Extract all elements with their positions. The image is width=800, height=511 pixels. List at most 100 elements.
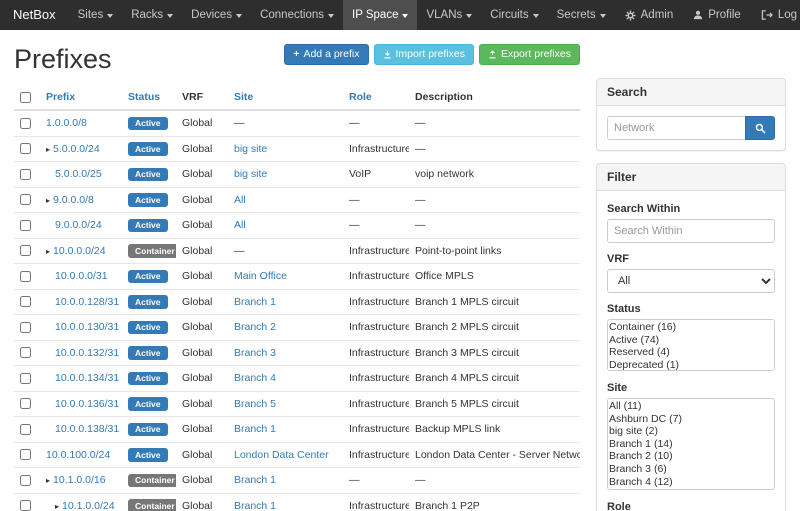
site-link[interactable]: Main Office bbox=[234, 270, 287, 282]
site-link[interactable]: Branch 1 bbox=[234, 474, 276, 486]
import-prefixes-button[interactable]: Import prefixes bbox=[374, 44, 474, 65]
column-header-site[interactable]: Site bbox=[234, 91, 253, 103]
site-link[interactable]: All bbox=[234, 194, 246, 206]
vrf-select[interactable]: All bbox=[607, 269, 775, 293]
row-checkbox[interactable] bbox=[20, 449, 31, 460]
site-cell: Branch 1 bbox=[228, 417, 343, 443]
prefix-link[interactable]: 10.1.0.0/24 bbox=[62, 500, 115, 511]
row-checkbox[interactable] bbox=[20, 271, 31, 282]
status-badge: Active bbox=[128, 346, 168, 360]
prefix-link[interactable]: 10.0.0.0/24 bbox=[53, 245, 106, 257]
row-checkbox[interactable] bbox=[20, 245, 31, 256]
site-link[interactable]: big site bbox=[234, 143, 267, 155]
status-badge: Active bbox=[128, 219, 168, 233]
row-checkbox[interactable] bbox=[20, 398, 31, 409]
site-link[interactable]: big site bbox=[234, 168, 267, 180]
status-filter-list[interactable]: Container (16)Active (74)Reserved (4)Dep… bbox=[607, 319, 775, 371]
prefix-link[interactable]: 10.0.0.136/31 bbox=[55, 398, 119, 410]
option[interactable]: Reserved (4) bbox=[609, 346, 773, 359]
site-link[interactable]: London Data Center bbox=[234, 449, 329, 461]
site-filter-list[interactable]: All (11)Ashburn DC (7)big site (2)Branch… bbox=[607, 398, 775, 490]
add-prefix-label: Add a prefix bbox=[303, 48, 359, 60]
vrf-value: Global bbox=[176, 366, 228, 392]
row-checkbox[interactable] bbox=[20, 220, 31, 231]
prefix-link[interactable]: 10.0.0.130/31 bbox=[55, 321, 119, 333]
nav-item-admin[interactable]: Admin bbox=[615, 0, 684, 30]
description-value: Branch 2 MPLS circuit bbox=[409, 315, 580, 341]
option[interactable]: Branch 3 (6) bbox=[609, 463, 773, 476]
prefix-link[interactable]: 10.0.100.0/24 bbox=[46, 449, 110, 461]
row-checkbox[interactable] bbox=[20, 169, 31, 180]
select-all-checkbox[interactable] bbox=[20, 92, 31, 103]
nav-item-log-out[interactable]: Log out bbox=[751, 0, 800, 30]
navbar-menu: Sites Racks Devices Connections IP Space… bbox=[69, 0, 615, 30]
site-link[interactable]: Branch 1 bbox=[234, 296, 276, 308]
option[interactable]: Branch 5 (7) bbox=[609, 488, 773, 490]
nav-item-secrets[interactable]: Secrets bbox=[548, 0, 615, 30]
table-row: 10.0.0.0/31 Active Global Main Office In… bbox=[14, 264, 580, 290]
row-checkbox[interactable] bbox=[20, 194, 31, 205]
nav-item-sites[interactable]: Sites bbox=[69, 0, 123, 30]
prefix-link[interactable]: 10.0.0.0/31 bbox=[55, 270, 108, 282]
nav-item-ip-space[interactable]: IP Space bbox=[343, 0, 417, 30]
add-prefix-button[interactable]: + Add a prefix bbox=[284, 44, 368, 65]
site-link[interactable]: Branch 4 bbox=[234, 372, 276, 384]
nav-item-connections[interactable]: Connections bbox=[251, 0, 343, 30]
nav-item-circuits[interactable]: Circuits bbox=[481, 0, 547, 30]
row-checkbox[interactable] bbox=[20, 373, 31, 384]
nav-item-vlans[interactable]: VLANs bbox=[417, 0, 481, 30]
column-header-role[interactable]: Role bbox=[349, 91, 372, 103]
row-checkbox[interactable] bbox=[20, 424, 31, 435]
site-link[interactable]: All bbox=[234, 219, 246, 231]
row-checkbox[interactable] bbox=[20, 347, 31, 358]
export-prefixes-button[interactable]: Export prefixes bbox=[479, 44, 580, 65]
option[interactable]: Branch 2 (10) bbox=[609, 450, 773, 463]
vrf-value: Global bbox=[176, 238, 228, 264]
prefix-link[interactable]: 10.0.0.138/31 bbox=[55, 423, 119, 435]
nav-item-label: Racks bbox=[131, 9, 163, 21]
brand[interactable]: NetBox bbox=[0, 0, 69, 30]
column-header-status[interactable]: Status bbox=[128, 91, 160, 103]
row-checkbox[interactable] bbox=[20, 296, 31, 307]
nav-item-devices[interactable]: Devices bbox=[182, 0, 251, 30]
site-link[interactable]: Branch 2 bbox=[234, 321, 276, 333]
site-link[interactable]: Branch 5 bbox=[234, 398, 276, 410]
prefix-link[interactable]: 9.0.0.0/8 bbox=[53, 194, 94, 206]
prefix-link[interactable]: 9.0.0.0/24 bbox=[55, 219, 102, 231]
status-badge: Active bbox=[128, 168, 168, 182]
option[interactable]: Branch 4 (12) bbox=[609, 476, 773, 489]
prefix-link[interactable]: 10.0.0.132/31 bbox=[55, 347, 119, 359]
expand-caret-icon: ▸ bbox=[46, 476, 50, 485]
option[interactable]: big site (2) bbox=[609, 425, 773, 438]
row-checkbox[interactable] bbox=[20, 500, 31, 511]
search-input[interactable] bbox=[607, 116, 746, 140]
option[interactable]: Ashburn DC (7) bbox=[609, 413, 773, 426]
table-row: 10.0.0.128/31 Active Global Branch 1 Inf… bbox=[14, 289, 580, 315]
option[interactable]: Branch 1 (14) bbox=[609, 438, 773, 451]
prefix-link[interactable]: 10.1.0.0/16 bbox=[53, 474, 106, 486]
row-checkbox[interactable] bbox=[20, 475, 31, 486]
row-checkbox[interactable] bbox=[20, 322, 31, 333]
site-link[interactable]: Branch 3 bbox=[234, 347, 276, 359]
caret-down-icon bbox=[236, 14, 242, 18]
search-button[interactable] bbox=[745, 116, 775, 140]
prefix-link[interactable]: 10.0.0.128/31 bbox=[55, 296, 119, 308]
site-link[interactable]: Branch 1 bbox=[234, 423, 276, 435]
row-checkbox[interactable] bbox=[20, 118, 31, 129]
prefix-link[interactable]: 5.0.0.0/25 bbox=[55, 168, 102, 180]
prefix-link[interactable]: 1.0.0.0/8 bbox=[46, 117, 87, 129]
option[interactable]: All (11) bbox=[609, 400, 773, 413]
site-link[interactable]: Branch 1 bbox=[234, 500, 276, 511]
logout-icon bbox=[761, 10, 773, 20]
prefix-link[interactable]: 5.0.0.0/24 bbox=[53, 143, 100, 155]
row-checkbox[interactable] bbox=[20, 143, 31, 154]
column-header-prefix[interactable]: Prefix bbox=[46, 91, 75, 103]
search-within-input[interactable] bbox=[607, 219, 775, 243]
prefix-link[interactable]: 10.0.0.134/31 bbox=[55, 372, 119, 384]
option[interactable]: Container (16) bbox=[609, 321, 773, 334]
nav-item-racks[interactable]: Racks bbox=[122, 0, 182, 30]
nav-item-profile[interactable]: Profile bbox=[683, 0, 751, 30]
option[interactable]: Active (74) bbox=[609, 334, 773, 347]
site-cell: Branch 4 bbox=[228, 366, 343, 392]
option[interactable]: Deprecated (1) bbox=[609, 359, 773, 371]
